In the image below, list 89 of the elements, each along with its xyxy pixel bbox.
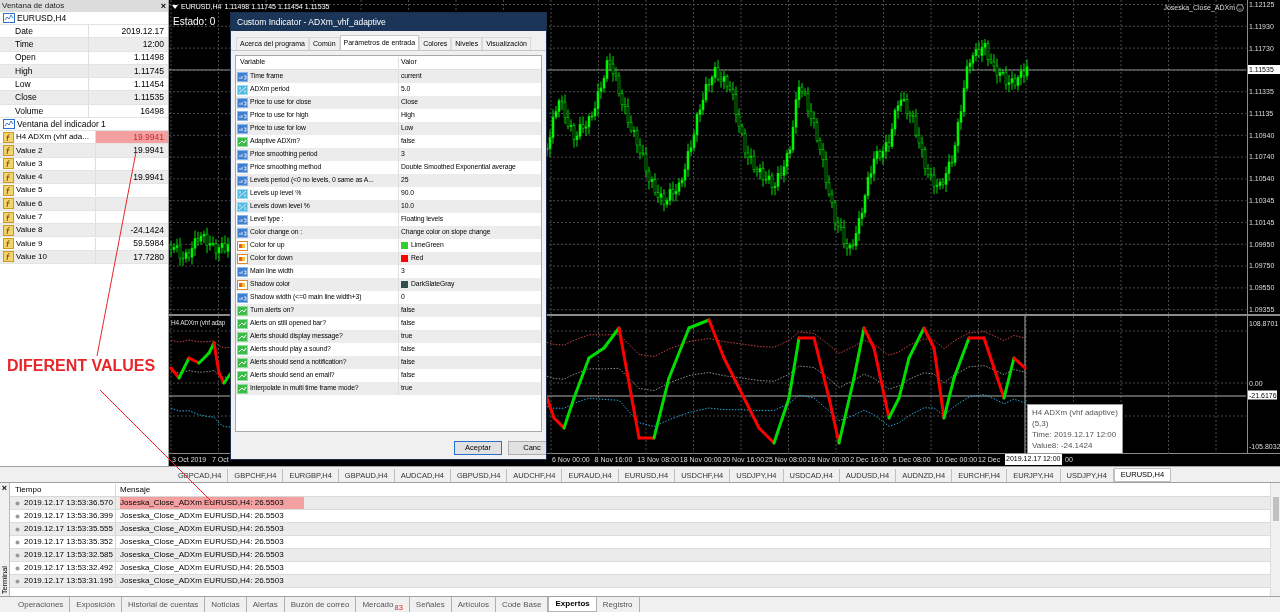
- dot-icon: [15, 578, 20, 584]
- data-label: Value 8: [16, 224, 43, 237]
- data-label: Value 9: [16, 237, 43, 250]
- log-time: 2019.12.17 13:53:35.352: [24, 536, 113, 548]
- terminal-tab[interactable]: Alertas: [246, 597, 285, 612]
- log-message: Joseska_Close_ADXm EURUSD,H4: 26.5503: [120, 562, 284, 574]
- chart-icon: [3, 13, 15, 23]
- dot-icon: [15, 552, 20, 558]
- function-icon: [3, 224, 14, 236]
- function-icon: [3, 145, 14, 156]
- log-time: 2019.12.17 13:53:35.555: [24, 523, 113, 535]
- status-text: Estado: 0: [173, 15, 216, 29]
- dot-icon: [15, 500, 20, 506]
- data-label: Value 2: [16, 144, 43, 157]
- log-message: Joseska_Close_ADXm EURUSD,H4: 26.5503: [120, 575, 284, 587]
- close-button[interactable]: ×: [160, 1, 166, 11]
- tooltip-line: (5,3): [1032, 418, 1050, 429]
- function-icon: [3, 238, 14, 250]
- log-time: 2019.12.17 13:53:36.570: [24, 497, 113, 509]
- column-header: Mensaje: [119, 483, 151, 496]
- data-value: 1.11745: [132, 64, 165, 78]
- log-message: Joseska_Close_ADXm EURUSD,H4: 26.5503: [120, 549, 284, 561]
- log-time: 2019.12.17 13:53:31.195: [24, 575, 113, 587]
- data-value: 1.11498: [132, 51, 165, 65]
- log-time: 2019.12.17 13:53:32.492: [24, 562, 113, 574]
- log-message: Joseska_Close_ADXm EURUSD,H4: 26.5503: [120, 536, 284, 548]
- dialog-title: Custom Indicator - ADXm_vhf_adaptive: [237, 15, 386, 29]
- data-label: High: [0, 64, 89, 78]
- data-value: 16498: [139, 104, 165, 118]
- data-label: Open: [0, 51, 89, 65]
- data-value: 19.9941: [96, 131, 168, 144]
- function-icon: [3, 131, 14, 143]
- annotation-text: DIFERENT VALUES: [7, 357, 156, 375]
- terminal-tab[interactable]: Expertos: [548, 597, 597, 612]
- log-time: 2019.12.17 13:53:36.399: [24, 510, 113, 522]
- terminal-tab[interactable]: Operaciones: [12, 597, 71, 612]
- close-button[interactable]: ×: [1, 484, 8, 493]
- dropdown-icon[interactable]: [172, 5, 178, 10]
- data-value: 1.11454: [132, 77, 165, 91]
- data-label: Value 5: [16, 184, 43, 197]
- log-message: Joseska_Close_ADXm EURUSD,H4: 26.5503: [120, 523, 284, 535]
- scrollbar[interactable]: [1270, 483, 1280, 596]
- symbol-heading: EURUSD,H4: [17, 11, 67, 25]
- dot-icon: [15, 565, 20, 571]
- data-label: Low: [0, 77, 89, 91]
- terminal-tab[interactable]: Noticias: [205, 597, 247, 612]
- column-header: Tiempo: [10, 483, 116, 496]
- dot-icon: [15, 539, 20, 545]
- dot-icon: [15, 513, 20, 519]
- tooltip-line: Time: 2019.12.17 12:00: [1032, 429, 1118, 440]
- log-message: Joseska_Close_ADXm EURUSD,H4: 26.5503: [120, 510, 284, 522]
- data-value: 17.7280: [132, 250, 165, 264]
- data-value: -24.1424: [129, 224, 165, 237]
- log-time: 2019.12.17 13:53:32.585: [24, 549, 113, 561]
- function-icon: [3, 184, 14, 196]
- data-label: Value 10: [16, 250, 47, 263]
- data-label: Value 6: [16, 197, 43, 210]
- data-value: 1.11535: [132, 91, 165, 104]
- log-message: Joseska_Close_ADXm EURUSD,H4: 26.5503: [120, 497, 304, 509]
- function-icon: [3, 251, 14, 263]
- data-value: 19.9941: [132, 144, 165, 157]
- terminal-tab[interactable]: Buzón de correo: [284, 597, 357, 612]
- function-icon: [3, 158, 14, 170]
- data-label: Value 3: [16, 157, 43, 170]
- terminal-tab[interactable]: Historial de cuentas: [122, 597, 206, 612]
- data-value: 19.9941: [132, 170, 165, 184]
- smiley-icon: [1236, 4, 1244, 13]
- dot-icon: [15, 526, 20, 532]
- function-icon: [3, 211, 14, 223]
- tooltip-line: H4 ADXm (vhf adaptive): [1032, 407, 1118, 418]
- terminal-tab[interactable]: Artículos: [451, 597, 496, 612]
- terminal-tab[interactable]: Exposición: [70, 597, 123, 612]
- data-value: 59.5984: [132, 237, 165, 250]
- tooltip-line: Value8: -24.1424: [1032, 440, 1094, 451]
- data-value: 12:00: [141, 38, 165, 51]
- function-icon: [3, 171, 14, 183]
- data-label: Volume: [0, 104, 89, 118]
- terminal-tab[interactable]: Registro: [596, 597, 640, 612]
- panel-title: Ventana de datos: [2, 0, 65, 12]
- data-label: Date: [0, 24, 89, 38]
- data-label: Value 7: [16, 211, 43, 223]
- data-label: Value 4: [16, 171, 43, 184]
- data-value: 2019.12.17: [120, 24, 165, 38]
- terminal-tab[interactable]: Señales: [409, 597, 452, 612]
- data-label: Time: [0, 38, 89, 51]
- data-label: Close: [0, 91, 89, 104]
- function-icon: [3, 198, 14, 210]
- data-label: H4 ADXm (vhf ada...: [16, 131, 89, 144]
- section-heading: Ventana del indicador 1: [17, 117, 106, 131]
